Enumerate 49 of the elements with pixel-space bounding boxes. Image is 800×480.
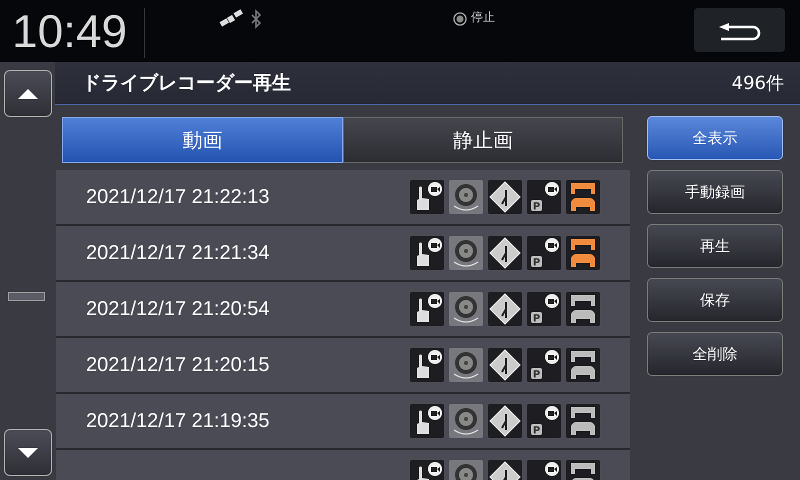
hand-camera-icon <box>410 180 444 214</box>
recording-datetime: 2021/12/17 21:22:13 <box>85 185 271 210</box>
recording-datetime: 2021/12/17 21:21:34 <box>85 241 271 266</box>
down-triangle-icon <box>18 448 38 458</box>
side-button[interactable]: 再生 <box>647 224 783 268</box>
playback-status: 停止 <box>471 9 495 26</box>
wheel-icon <box>449 404 483 438</box>
road-sign-icon <box>488 292 522 326</box>
stop-indicator-icon <box>453 12 467 26</box>
side-button[interactable]: 手動録画 <box>647 170 783 214</box>
road-sign-icon <box>488 404 522 438</box>
parking-camera-icon: P <box>527 236 561 270</box>
back-button[interactable] <box>694 8 785 52</box>
recording-row[interactable]: 2021/12/17 21:21:34 P <box>56 226 630 282</box>
recording-row[interactable]: 2021/12/17 21:22:13 P <box>56 170 630 226</box>
hand-camera-icon <box>410 348 444 382</box>
side-button[interactable]: 保存 <box>647 278 783 322</box>
road-sign-icon <box>488 348 522 382</box>
hand-camera-icon <box>410 292 444 326</box>
tab[interactable]: 静止画 <box>342 117 623 164</box>
side-button[interactable]: 全削除 <box>647 332 783 376</box>
scrollbar-thumb[interactable] <box>8 292 45 301</box>
recording-datetime: 2021/12/17 21:19:35 <box>85 409 271 434</box>
side-button[interactable]: 全表示 <box>647 116 783 160</box>
bluetooth-icon <box>249 8 263 32</box>
road-sign-icon <box>488 236 522 270</box>
scroll-up-button[interactable] <box>4 70 52 117</box>
recording-row[interactable]: 2021/12/17 21:20:54 P <box>56 282 630 338</box>
wheel-icon <box>449 180 483 214</box>
parking-camera-icon: P <box>527 348 561 382</box>
parking-camera-icon: P <box>527 180 561 214</box>
recording-datetime: 2021/12/17 21:20:54 <box>85 297 271 322</box>
parking-camera-icon: P <box>527 404 561 438</box>
recording-row[interactable]: 2021/12/17 21:20:15 P <box>56 338 630 394</box>
recording-row[interactable]: 2021/12/17 21:19:35 P <box>56 394 630 450</box>
scroll-down-button[interactable] <box>4 429 52 476</box>
parking-camera-icon: P <box>527 292 561 326</box>
hand-camera-icon <box>410 236 444 270</box>
wheel-icon <box>449 236 483 270</box>
clock: 10:49 <box>0 8 145 58</box>
wheel-icon <box>449 348 483 382</box>
hand-camera-icon <box>410 404 444 438</box>
item-count: 496件 <box>732 72 785 96</box>
recording-datetime: 2021/12/17 21:20:15 <box>85 353 271 378</box>
screen-title: ドライブレコーダー再生 <box>81 70 291 96</box>
tab[interactable]: 動画 <box>62 117 342 164</box>
road-sign-icon <box>488 180 522 214</box>
wheel-icon <box>449 292 483 326</box>
up-triangle-icon <box>18 88 38 98</box>
